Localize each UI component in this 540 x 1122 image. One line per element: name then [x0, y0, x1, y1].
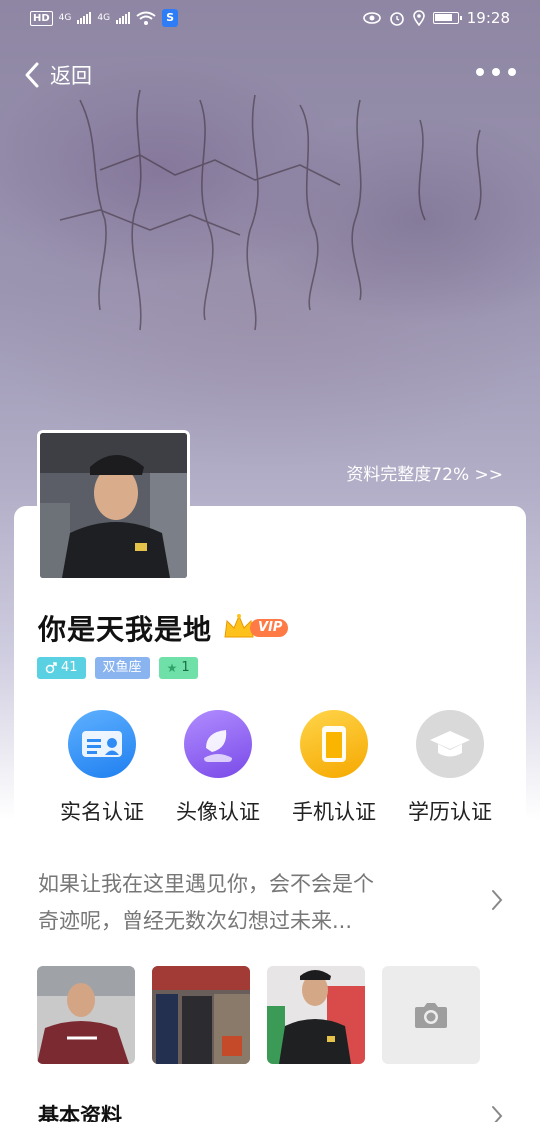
phone-icon	[300, 710, 368, 778]
shield-icon: S	[162, 9, 179, 27]
graduation-cap-icon	[416, 710, 484, 778]
location-icon	[412, 10, 425, 26]
profile-completeness-link[interactable]: 资料完整度72% >>	[346, 460, 503, 485]
back-button[interactable]: 返回	[22, 60, 92, 90]
zodiac-tag: 双鱼座	[94, 657, 150, 679]
cover-texture	[59, 89, 482, 331]
age-gender-tag: 41	[37, 657, 86, 679]
verify-avatar[interactable]: 头像认证	[162, 710, 274, 826]
signal-icon	[116, 12, 131, 24]
section-title-basic-info[interactable]: 基本资料	[38, 1100, 122, 1122]
add-photo-button[interactable]	[382, 966, 480, 1064]
photo-gallery	[37, 966, 480, 1064]
chevron-right-icon[interactable]	[490, 1104, 504, 1122]
verification-row: 实名认证 头像认证 手机认证 学历认证	[46, 710, 506, 826]
signal-icon	[77, 12, 92, 24]
bio-line-1: 如果让我在这里遇见你，会不会是个	[38, 872, 374, 896]
verify-phone-label: 手机认证	[292, 800, 376, 824]
vip-badge[interactable]: VIP	[222, 612, 289, 644]
camera-icon	[415, 1003, 447, 1028]
avatar-image	[40, 433, 187, 578]
verify-education[interactable]: 学历认证	[394, 710, 506, 826]
male-icon	[45, 662, 57, 674]
navbar: 返回	[0, 56, 540, 100]
verify-real-name-label: 实名认证	[60, 800, 144, 824]
verify-real-name[interactable]: 实名认证	[46, 710, 158, 826]
alarm-icon	[389, 12, 404, 26]
age-value: 41	[61, 660, 78, 675]
more-dots-icon[interactable]	[476, 68, 516, 76]
battery-icon	[432, 12, 462, 24]
photo-thumbnail[interactable]	[152, 966, 250, 1064]
hd-icon: HD	[30, 10, 53, 26]
verify-phone[interactable]: 手机认证	[278, 710, 390, 826]
nickname-row: 你是天我是地 VIP	[38, 608, 289, 648]
photo-thumbnail[interactable]	[267, 966, 365, 1064]
vip-label: VIP	[250, 619, 289, 637]
nickname: 你是天我是地	[38, 613, 213, 646]
verify-avatar-label: 头像认证	[176, 800, 260, 824]
avatar[interactable]	[37, 430, 190, 581]
wifi-icon	[136, 11, 156, 25]
network-type-2: 4G	[97, 13, 111, 23]
chevron-left-icon	[25, 62, 39, 88]
chevron-right-icon[interactable]	[490, 888, 504, 912]
photo-thumbnail[interactable]	[37, 966, 135, 1064]
portrait-icon	[184, 710, 252, 778]
clock: 19:28	[466, 9, 510, 27]
back-label: 返回	[50, 64, 92, 88]
profile-tags: 41 双鱼座 ★ 1	[37, 657, 198, 679]
network-type-1: 4G	[58, 13, 72, 23]
verify-education-label: 学历认证	[408, 800, 492, 824]
level-value: 1	[181, 660, 190, 675]
bio-line-2: 奇迹呢，曾经无数次幻想过未来...	[38, 909, 353, 933]
status-bar: HD 4G 4G S 19:28	[0, 0, 540, 36]
level-tag: ★ 1	[158, 657, 198, 679]
bio-text[interactable]: 如果让我在这里遇见你，会不会是个 奇迹呢，曾经无数次幻想过未来...	[38, 866, 438, 940]
star-icon: ★	[166, 661, 178, 675]
id-card-icon	[68, 710, 136, 778]
eye-icon	[362, 12, 381, 24]
